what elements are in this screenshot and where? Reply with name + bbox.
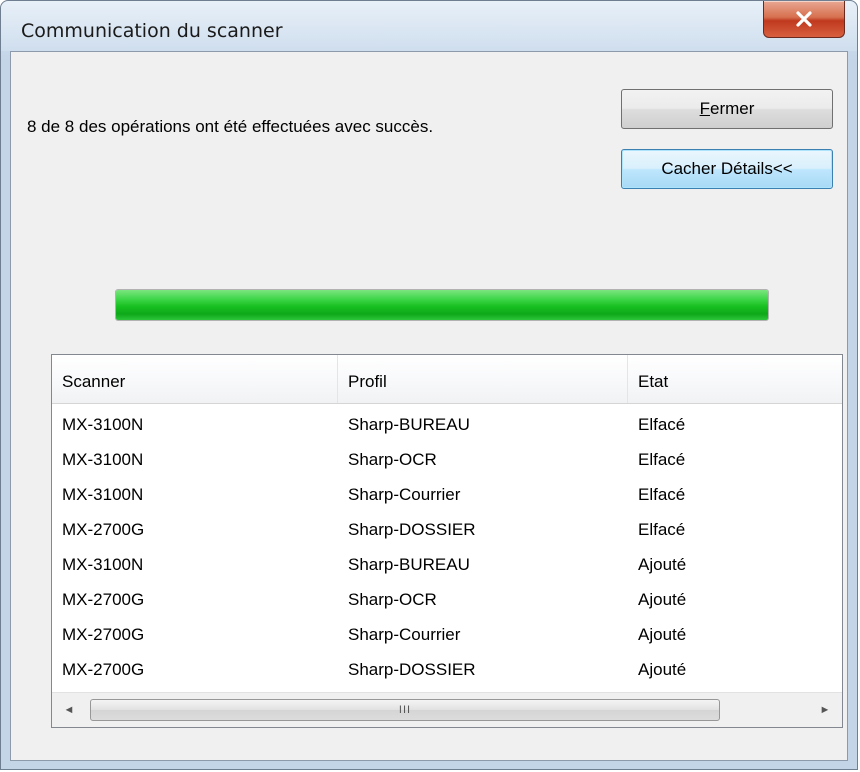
cell-profil: Sharp-DOSSIER [348, 520, 476, 539]
table-row[interactable]: MX-2700G Sharp-Courrier Ajouté [52, 617, 842, 652]
status-message: 8 de 8 des opérations ont été effectuées… [27, 117, 434, 136]
fermer-accel-letter: F [699, 99, 710, 118]
scroll-right-icon: ► [819, 704, 831, 716]
scrollbar-grip-icon: III [398, 704, 412, 716]
dialog-window: Communication du scanner 8 de 8 des opér… [0, 0, 858, 770]
title-bar[interactable]: Communication du scanner [1, 1, 857, 51]
scroll-left-button[interactable]: ◄ [52, 693, 86, 727]
cell-scanner: MX-2700G [62, 590, 145, 609]
cell-etat: Ajouté [638, 660, 687, 679]
cell-profil: Sharp-BUREAU [348, 555, 470, 574]
close-window-button[interactable] [763, 1, 845, 38]
cell-profil: Sharp-Courrier [348, 625, 461, 644]
cell-scanner: MX-3100N [62, 450, 144, 469]
fermer-label: ermer [709, 99, 755, 118]
cell-profil: Sharp-OCR [348, 450, 437, 469]
cell-profil: Sharp-OCR [348, 590, 437, 609]
hide-details-label: Cacher Détails<< [661, 159, 793, 178]
window-title: Communication du scanner [21, 20, 283, 42]
progress-fill [116, 290, 768, 320]
fermer-button[interactable]: Fermer [621, 89, 833, 129]
scroll-right-button[interactable]: ► [808, 693, 842, 727]
cell-profil: Sharp-DOSSIER [348, 660, 476, 679]
cell-etat: Ajouté [638, 625, 687, 644]
cell-scanner: MX-2700G [62, 660, 145, 679]
listview-header: Scanner Profil Etat [52, 355, 842, 404]
cell-etat: Elfacé [638, 450, 686, 469]
progress-bar [115, 289, 769, 321]
horizontal-scrollbar[interactable]: ◄ III ► [52, 692, 842, 727]
table-row[interactable]: MX-2700G Sharp-DOSSIER Elfacé [52, 512, 842, 547]
table-row[interactable]: MX-2700G Sharp-OCR Ajouté [52, 582, 842, 617]
table-row[interactable]: MX-3100N Sharp-BUREAU Ajouté [52, 547, 842, 582]
cell-scanner: MX-3100N [62, 555, 144, 574]
cell-scanner: MX-3100N [62, 485, 144, 504]
column-header-etat[interactable]: Etat [628, 355, 842, 403]
scrollbar-thumb[interactable]: III [90, 699, 720, 721]
cell-scanner: MX-3100N [62, 415, 144, 434]
cell-etat: Elfacé [638, 520, 686, 539]
results-listview[interactable]: Scanner Profil Etat MX-3100N Sharp-BUREA… [51, 354, 843, 728]
scroll-left-icon: ◄ [63, 704, 75, 716]
cell-scanner: MX-2700G [62, 520, 145, 539]
table-row[interactable]: MX-2700G Sharp-DOSSIER Ajouté [52, 652, 842, 687]
close-icon [796, 11, 812, 27]
column-header-scanner[interactable]: Scanner [52, 355, 338, 403]
cell-etat: Elfacé [638, 415, 686, 434]
table-row[interactable]: MX-3100N Sharp-Courrier Elfacé [52, 477, 842, 512]
hide-details-button[interactable]: Cacher Détails<< [621, 149, 833, 189]
table-row[interactable]: MX-3100N Sharp-BUREAU Elfacé [52, 407, 842, 442]
cell-profil: Sharp-Courrier [348, 485, 461, 504]
column-header-profil[interactable]: Profil [338, 355, 628, 403]
cell-etat: Elfacé [638, 485, 686, 504]
cell-profil: Sharp-BUREAU [348, 415, 470, 434]
cell-scanner: MX-2700G [62, 625, 145, 644]
cell-etat: Ajouté [638, 590, 687, 609]
table-row[interactable]: MX-3100N Sharp-OCR Elfacé [52, 442, 842, 477]
cell-etat: Ajouté [638, 555, 687, 574]
